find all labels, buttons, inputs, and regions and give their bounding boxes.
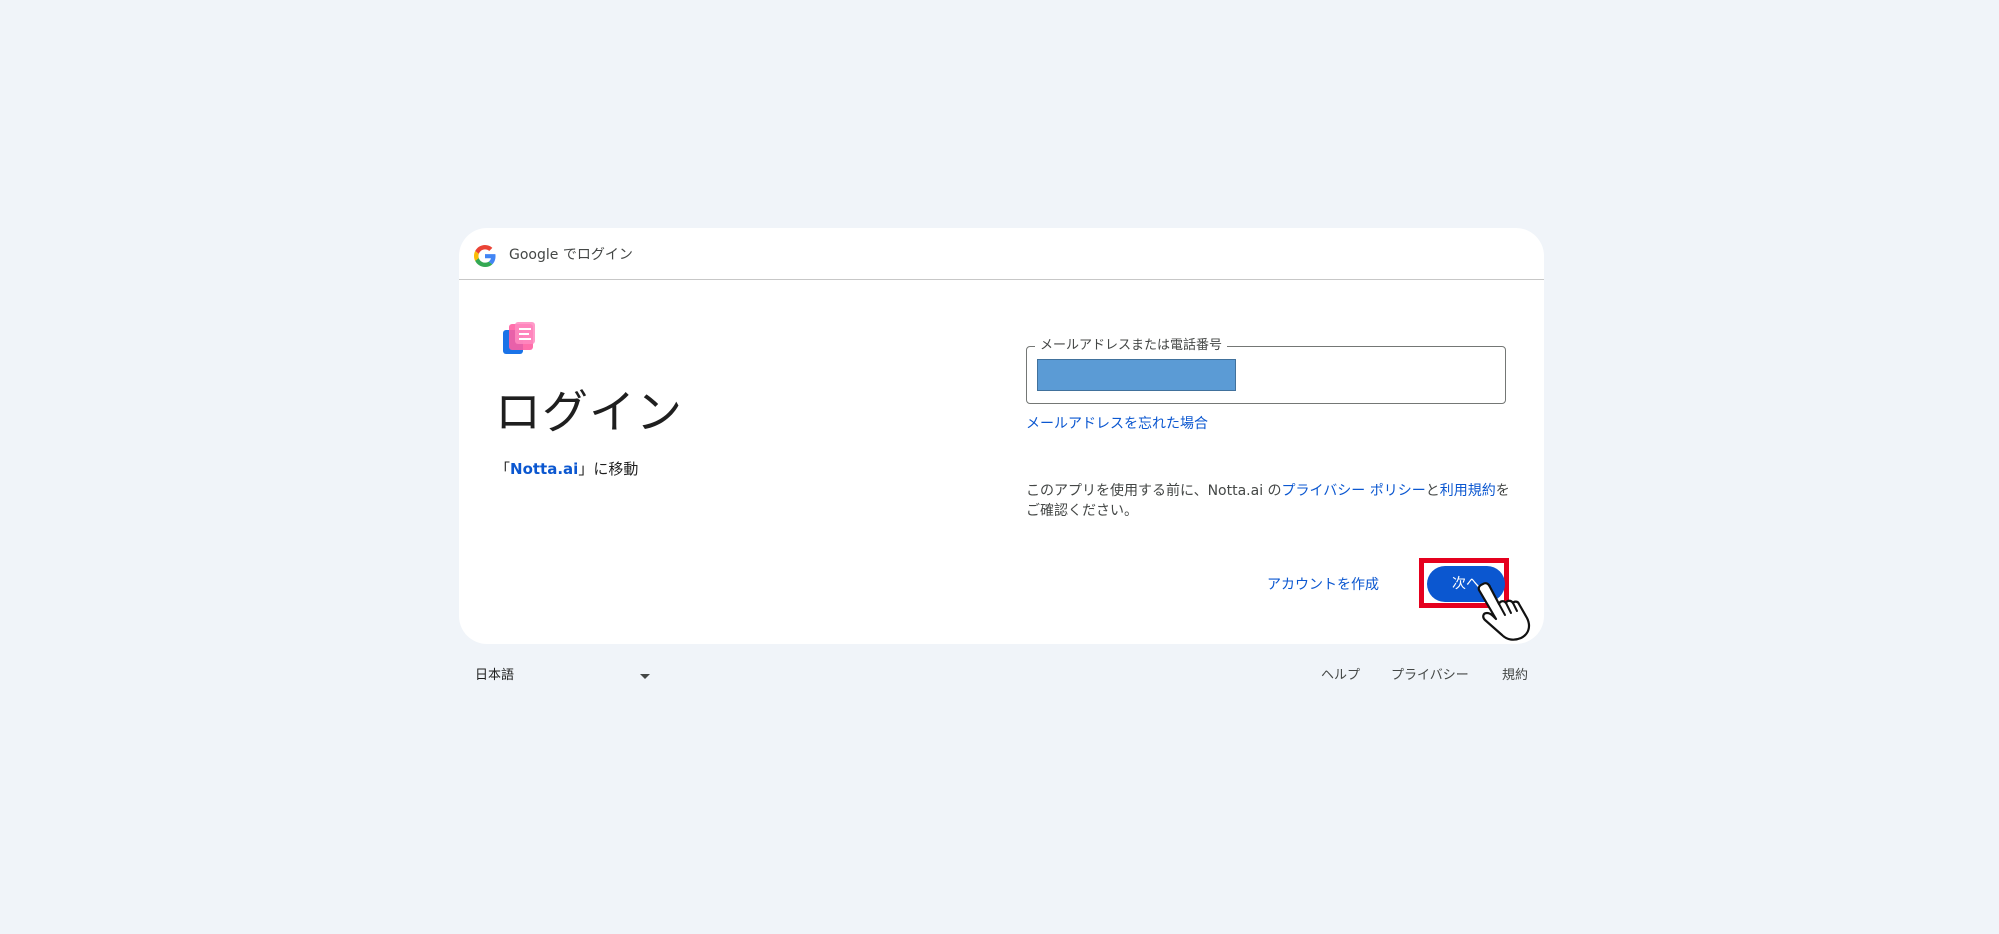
header-title: Google でログイン xyxy=(509,247,633,263)
notta-logo-icon xyxy=(503,322,535,354)
chevron-down-icon[interactable] xyxy=(640,674,650,679)
privacy-policy-link[interactable]: プライバシー ポリシー xyxy=(1282,483,1426,499)
consent-text-middle: と xyxy=(1425,483,1440,499)
subtitle-suffix: 」に移動 xyxy=(578,460,639,478)
continue-to-app-text: 「Notta.ai」に移動 xyxy=(495,458,638,480)
app-name-link[interactable]: Notta.ai xyxy=(510,460,578,478)
terms-link[interactable]: 利用規約 xyxy=(1440,483,1496,499)
email-value-redacted xyxy=(1037,359,1236,391)
create-account-button[interactable]: アカウントを作成 xyxy=(1267,575,1379,595)
footer-help-link[interactable]: ヘルプ xyxy=(1321,666,1360,686)
consent-text-before: このアプリを使用する前に、Notta.ai の xyxy=(1026,483,1282,499)
subtitle-prefix: 「 xyxy=(495,460,511,478)
email-field-label: メールアドレスまたは電話番号 xyxy=(1035,338,1228,354)
signin-card: Google でログイン ログイン 「Notta.ai」に移動 メールアドレスま… xyxy=(459,228,1544,644)
footer-terms-link[interactable]: 規約 xyxy=(1502,666,1528,686)
google-g-icon xyxy=(474,245,496,267)
language-selector[interactable]: 日本語 xyxy=(475,666,514,686)
consent-text: このアプリを使用する前に、Notta.ai のプライバシー ポリシーと利用規約を… xyxy=(1026,481,1510,521)
hand-pointer-icon xyxy=(1477,582,1531,641)
email-field[interactable]: メールアドレスまたは電話番号 xyxy=(1026,338,1506,404)
page-title: ログイン xyxy=(495,385,683,439)
forgot-email-link[interactable]: メールアドレスを忘れた場合 xyxy=(1026,414,1208,434)
footer-privacy-link[interactable]: プライバシー xyxy=(1391,666,1469,686)
card-header: Google でログイン xyxy=(459,228,1544,280)
